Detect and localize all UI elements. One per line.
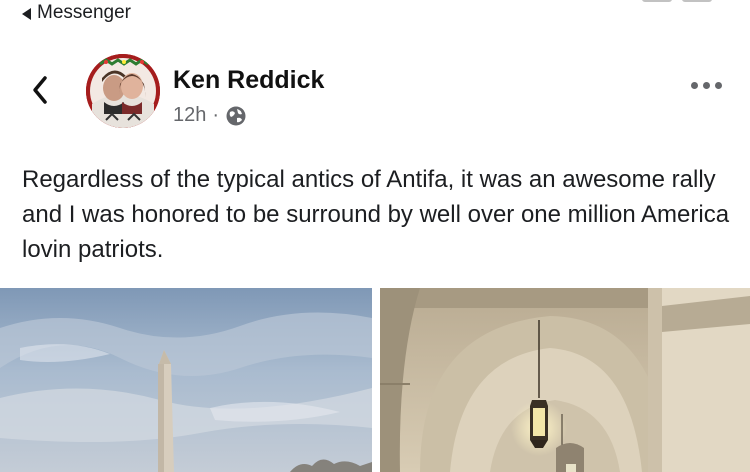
back-button[interactable] (28, 72, 52, 108)
back-to-messenger-link[interactable]: Messenger (22, 2, 131, 24)
status-bar: Messenger (0, 0, 750, 30)
more-dot (691, 82, 698, 89)
meta-separator: · (212, 104, 220, 126)
post-text: Regardless of the typical antics of Anti… (22, 166, 730, 263)
back-triangle-icon (22, 7, 31, 20)
post-meta: 12h · (173, 104, 247, 127)
photo-grid (0, 288, 750, 472)
globe-icon (226, 106, 246, 125)
post-header: Ken Reddick 12h · (0, 52, 750, 132)
photo-divider (372, 288, 380, 472)
more-options-button[interactable] (691, 82, 722, 89)
post-time[interactable]: 12h (173, 104, 206, 127)
chevron-left-icon (33, 76, 47, 104)
avatar[interactable] (86, 54, 160, 128)
back-app-label: Messenger (37, 2, 131, 23)
author-name[interactable]: Ken Reddick (173, 66, 324, 95)
signal-icon (642, 0, 672, 2)
battery-icon (682, 0, 712, 2)
more-dot (715, 82, 722, 89)
system-status-icons (642, 0, 712, 2)
washington-monument-photo[interactable] (0, 288, 372, 472)
more-dot (703, 82, 710, 89)
capitol-corridor-photo[interactable] (380, 288, 750, 472)
